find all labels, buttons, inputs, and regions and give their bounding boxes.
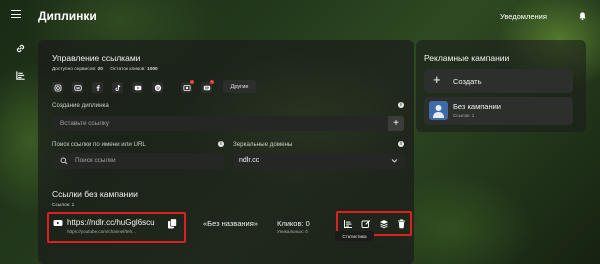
edit-icon[interactable] [361, 219, 371, 229]
link-card-highlight [47, 212, 186, 243]
link-icon[interactable] [15, 43, 26, 54]
no-campaign-title: Ссылки без кампании [52, 189, 138, 199]
vk-icon[interactable] [72, 82, 83, 93]
notifications-link[interactable]: Уведомления [500, 12, 547, 21]
facebook-icon[interactable] [92, 82, 103, 93]
unique-count: Уникальных: 0 [277, 229, 308, 234]
domain-select[interactable]: ndlr.cc [233, 153, 405, 169]
campaign-item[interactable]: Без кампании Ссылок: 1 [424, 97, 573, 125]
link-name: «Без названия» [203, 219, 258, 228]
tiktok-icon[interactable] [112, 82, 123, 93]
search-icon [60, 157, 68, 165]
original-url: https://youtube.com/channel/teh... [67, 229, 136, 234]
youtube-icon [53, 220, 63, 226]
plus-icon: + [433, 72, 441, 87]
spotify-icon[interactable] [152, 82, 163, 93]
user-icon [433, 105, 444, 118]
add-link-button[interactable]: + [388, 116, 404, 131]
links-count: Ссылок: 1 [52, 203, 75, 208]
chevron-down-icon [391, 159, 398, 163]
create-label: Создание диплинка [52, 102, 109, 109]
info-icon[interactable] [398, 102, 404, 108]
new-badge [190, 80, 194, 84]
menu-icon[interactable] [11, 10, 21, 18]
layers-icon[interactable] [379, 219, 389, 229]
pinterest-icon[interactable] [201, 80, 214, 93]
copy-icon[interactable] [167, 218, 178, 230]
short-url[interactable]: https://ndlr.cc/huGgl6scu [67, 218, 155, 227]
trash-icon[interactable] [397, 219, 406, 229]
others-button[interactable]: Другие [223, 80, 256, 93]
search-input[interactable]: Поиск ссылки [52, 153, 224, 169]
bell-icon[interactable] [578, 11, 587, 21]
create-campaign-button[interactable]: + Создать [424, 69, 573, 93]
campaign-name: Без кампании [453, 102, 501, 111]
avatar [429, 101, 448, 120]
new-badge [210, 80, 214, 84]
stats-tooltip: Статистика [335, 231, 374, 241]
domains-label: Зеркальные домены [233, 141, 293, 148]
stats-icon[interactable] [343, 219, 353, 229]
campaigns-title: Рекламные кампании [424, 53, 510, 63]
youtube-icon[interactable] [132, 82, 143, 93]
page-title: Диплинки [38, 9, 97, 23]
campaign-links-count: Ссылок: 1 [453, 113, 475, 118]
info-icon[interactable] [398, 141, 404, 147]
custom-icon[interactable] [181, 80, 194, 93]
search-label: Поиск ссылки по имени или URL [52, 141, 146, 148]
clicks-count: Кликов: 0 [277, 219, 310, 228]
stats-icon[interactable] [15, 70, 26, 81]
services-info: Доступно сервисов: 20 Остаток кликов: 10… [52, 67, 158, 72]
create-link-input[interactable]: Вставьте ссылку [52, 116, 388, 131]
info-icon[interactable] [218, 141, 224, 147]
instagram-icon[interactable] [52, 82, 63, 93]
links-management-title: Управление ссылками [52, 53, 141, 63]
